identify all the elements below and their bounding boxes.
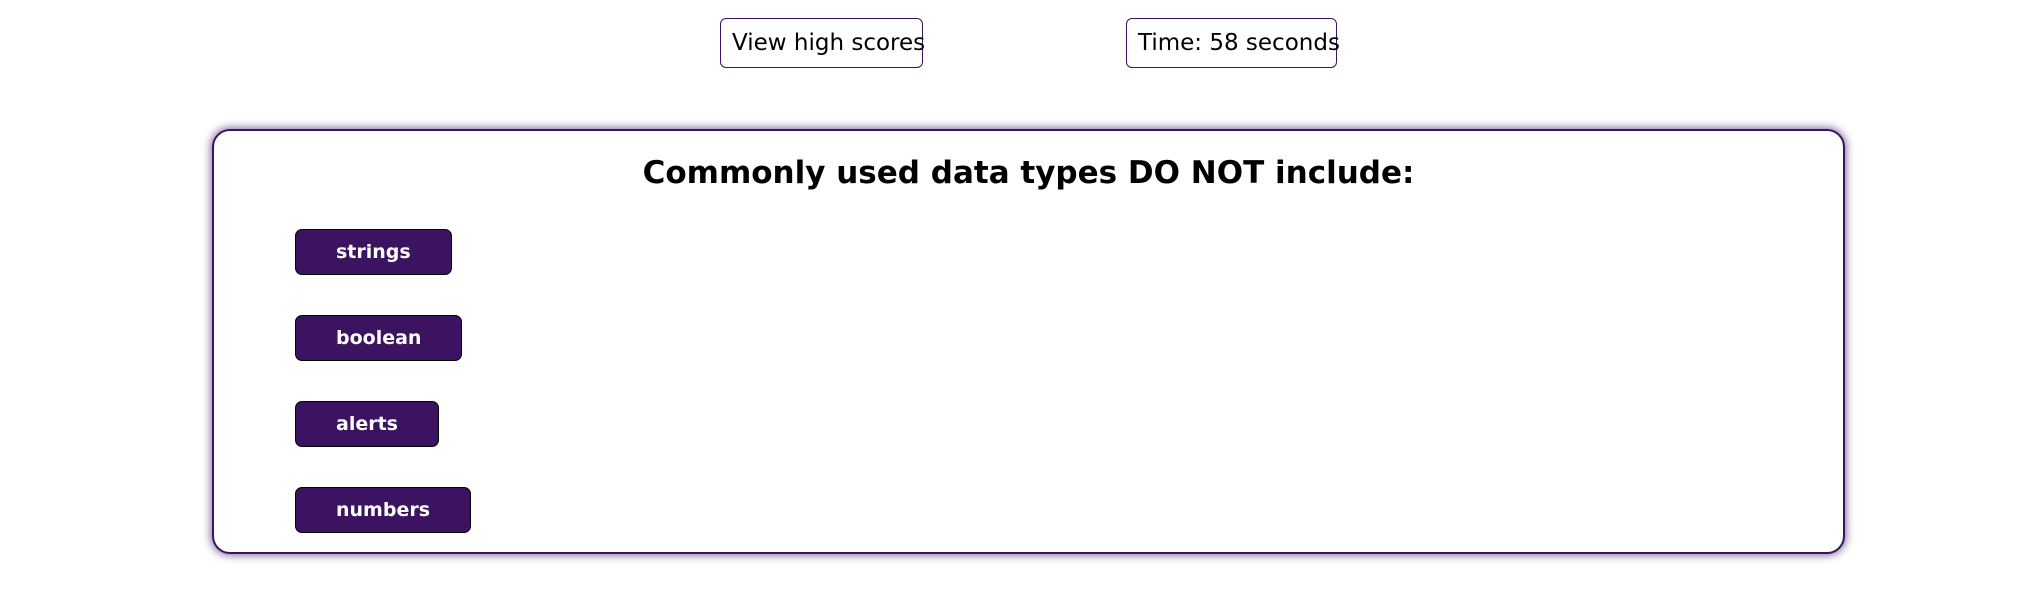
answer-item: numbers xyxy=(295,487,472,533)
answer-button-alerts[interactable]: alerts xyxy=(295,401,439,447)
question-card: Commonly used data types DO NOT include:… xyxy=(212,129,1845,554)
answer-item: boolean xyxy=(295,315,471,361)
quiz-page: View high scores Time: 58 seconds Common… xyxy=(0,0,2033,606)
answer-list: strings boolean alerts numbers xyxy=(295,229,472,573)
answer-button-numbers[interactable]: numbers xyxy=(295,487,472,533)
question-text: Commonly used data types DO NOT include: xyxy=(642,155,1415,191)
answer-button-strings[interactable]: strings xyxy=(295,229,452,275)
timer-display: Time: 58 seconds xyxy=(1126,18,1340,68)
answer-item: strings xyxy=(295,229,471,275)
answer-item: alerts xyxy=(295,401,471,447)
view-high-scores-link[interactable]: View high scores xyxy=(720,18,925,68)
answer-button-boolean[interactable]: boolean xyxy=(295,315,463,361)
